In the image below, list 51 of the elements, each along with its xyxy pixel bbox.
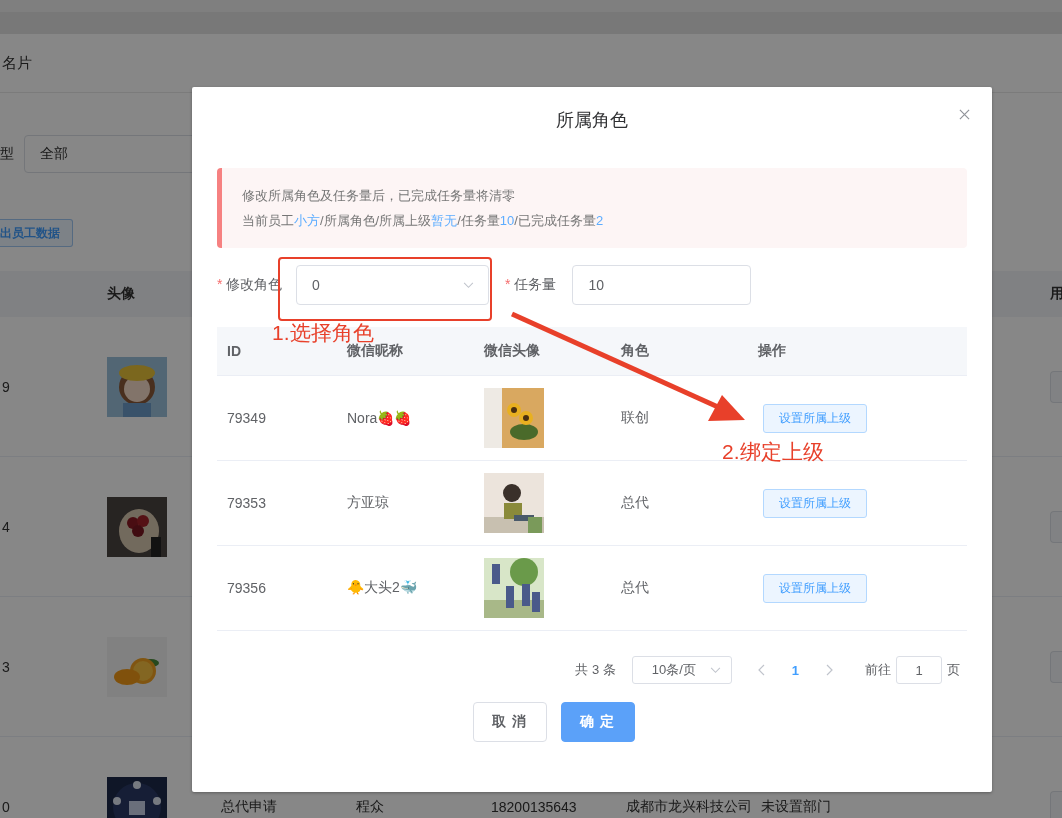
confirm-button[interactable]: 确 定 [560,702,635,742]
cancel-button[interactable]: 取 消 [472,702,547,742]
table-cell-text: 联创 [620,409,650,427]
set-superior-button[interactable]: 设置所属上级 [763,403,867,433]
table-cell-text: Nora🍓🍓 [346,410,413,426]
goto-label: 前往 [865,661,891,679]
table-cell-text: 成都市龙兴科技公司 [626,797,753,816]
column-header: 操作 [757,342,787,360]
table-cell-text: 程众 [356,797,385,816]
column-header: 用 [1050,285,1062,303]
page-title: 名片 [2,53,32,73]
annotation-label: 2.绑定上级 [722,441,824,462]
column-header: 头像 [107,285,136,303]
notice-text: 当前员工小方/所属角色/所属上级暂无/任务量10/已完成任务量2 [242,212,605,229]
table-cell-text: 79349 [226,410,267,426]
table-cell-text: 9 [2,378,11,395]
table-cell-text: 总代 [620,579,650,597]
set-superior-button[interactable]: 设置所属上级 [763,573,867,603]
role-select[interactable]: 0 [296,265,489,305]
table-cell-text: 3 [2,658,11,675]
table-cell-text: 18200135643 [491,798,578,815]
table-cell-text: 🐥大头2🐳 [346,579,418,597]
page-size-select[interactable]: 10条/页 [631,656,732,684]
table-cell-text: 79356 [226,580,267,596]
notice-text: 修改所属角色及任务量后，已完成任务量将清零 [242,187,516,204]
page-suffix: 页 [947,661,960,679]
table-cell-text: 方亚琼 [346,494,390,512]
page-input[interactable]: 1 [896,656,942,684]
task-input[interactable]: 10 [572,265,752,305]
chevron-down-icon [463,281,474,289]
total-count: 共 3 条 [575,661,616,679]
next-page-icon[interactable] [825,664,833,676]
annotation-label: 1.选择角色 [272,322,374,343]
table-cell-text: 4 [2,518,11,535]
filter-label: 型 [0,145,14,163]
table-cell-text: 79353 [226,495,267,511]
column-header: 角色 [620,342,650,360]
column-header: 微信昵称 [346,342,404,360]
column-header: ID [226,343,242,359]
prev-page-icon[interactable] [757,664,766,676]
form-label: * 任务量 [505,276,557,294]
column-header: 微信头像 [483,342,541,360]
chevron-down-icon [709,666,721,674]
close-icon[interactable] [959,109,970,120]
dialog-title: 所属角色 [556,109,628,132]
page-number[interactable]: 1 [781,662,809,678]
table-cell-text: 总代 [620,494,650,512]
table-cell-text: 未设置部门 [761,797,832,816]
table-cell-text: 0 [2,798,11,815]
set-superior-button[interactable]: 设置所属上级 [763,488,867,518]
table-cell-text: 总代申请 [221,797,278,816]
